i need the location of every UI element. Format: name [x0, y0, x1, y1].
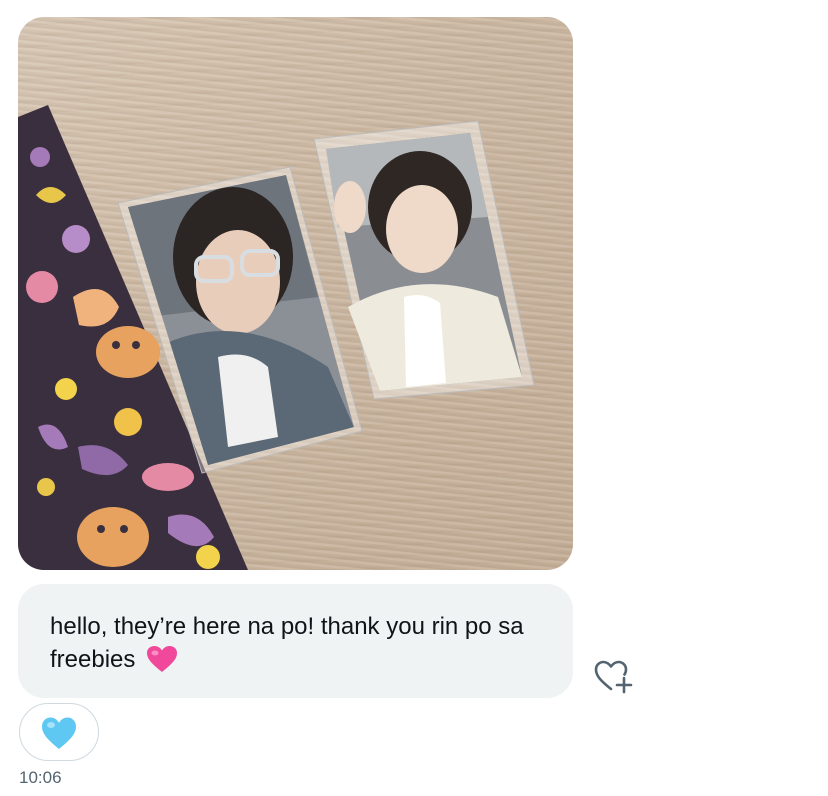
light-blue-heart-icon	[42, 717, 76, 749]
message-text-container: hello, they’re here na po! thank you rin…	[50, 610, 550, 676]
add-reaction-button[interactable]	[591, 656, 635, 696]
heart-plus-icon	[594, 660, 633, 694]
photocard-right	[313, 120, 535, 400]
message-bubble[interactable]: hello, they’re here na po! thank you rin…	[18, 584, 573, 698]
message-image-attachment[interactable]	[18, 17, 573, 570]
reaction-pill[interactable]	[19, 703, 99, 761]
message-text: hello, they’re here na po! thank you rin…	[50, 613, 524, 673]
photo-content	[18, 105, 535, 570]
message-timestamp: 10:06	[19, 768, 62, 787]
pink-heart-emoji-icon	[147, 646, 178, 672]
